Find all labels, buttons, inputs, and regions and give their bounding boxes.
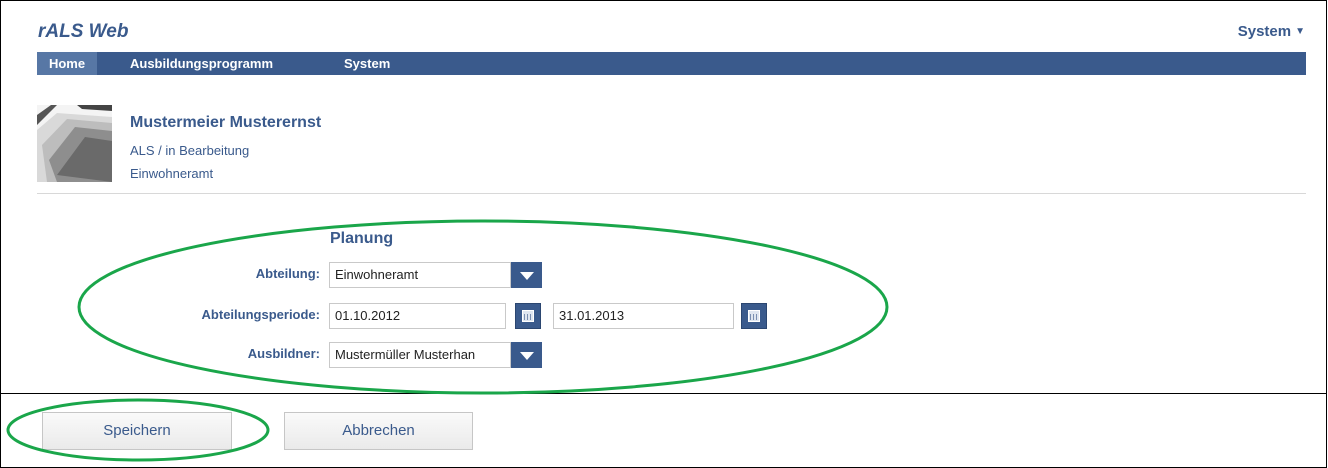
ausbildner-dropdown-button[interactable]: [511, 342, 542, 368]
abteilungsperiode-label: Abteilungsperiode:: [201, 307, 320, 322]
calendar-icon: [748, 310, 760, 322]
person-status: ALS / in Bearbeitung: [130, 143, 250, 158]
abteilung-label: Abteilung:: [255, 266, 320, 281]
calendar-from-button[interactable]: [515, 303, 541, 329]
ausbildner-label: Ausbildner:: [247, 346, 320, 361]
period-to-input[interactable]: 31.01.2013: [553, 303, 734, 329]
abteilung-dropdown-button[interactable]: [511, 262, 542, 288]
nav-item-ausbildungsprogramm[interactable]: Ausbildungsprogramm: [130, 52, 273, 75]
section-title: Planung: [330, 230, 394, 247]
save-button[interactable]: Speichern: [42, 412, 232, 450]
main-nav: Home Ausbildungsprogramm System: [37, 52, 1306, 75]
nav-item-system[interactable]: System: [344, 52, 390, 75]
system-menu-label: System: [1237, 23, 1292, 40]
cancel-button[interactable]: Abbrechen: [284, 412, 473, 450]
system-menu[interactable]: System ▼: [1238, 23, 1305, 40]
ausbildner-select[interactable]: Mustermüller Musterhan: [329, 342, 511, 368]
divider: [37, 193, 1306, 194]
abteilung-select[interactable]: Einwohneramt: [329, 262, 511, 288]
chevron-down-icon: ▼: [1295, 26, 1305, 37]
app-title: rALS Web: [38, 21, 129, 42]
person-image: [37, 105, 112, 182]
calendar-icon: [522, 310, 534, 322]
person-department: Einwohneramt: [130, 166, 214, 181]
period-from-input[interactable]: 01.10.2012: [329, 303, 506, 329]
nav-item-home[interactable]: Home: [37, 52, 97, 75]
person-name: Mustermeier Musterernst: [130, 114, 322, 131]
calendar-to-button[interactable]: [741, 303, 767, 329]
chevron-down-icon: [520, 272, 534, 280]
chevron-down-icon: [520, 352, 534, 360]
